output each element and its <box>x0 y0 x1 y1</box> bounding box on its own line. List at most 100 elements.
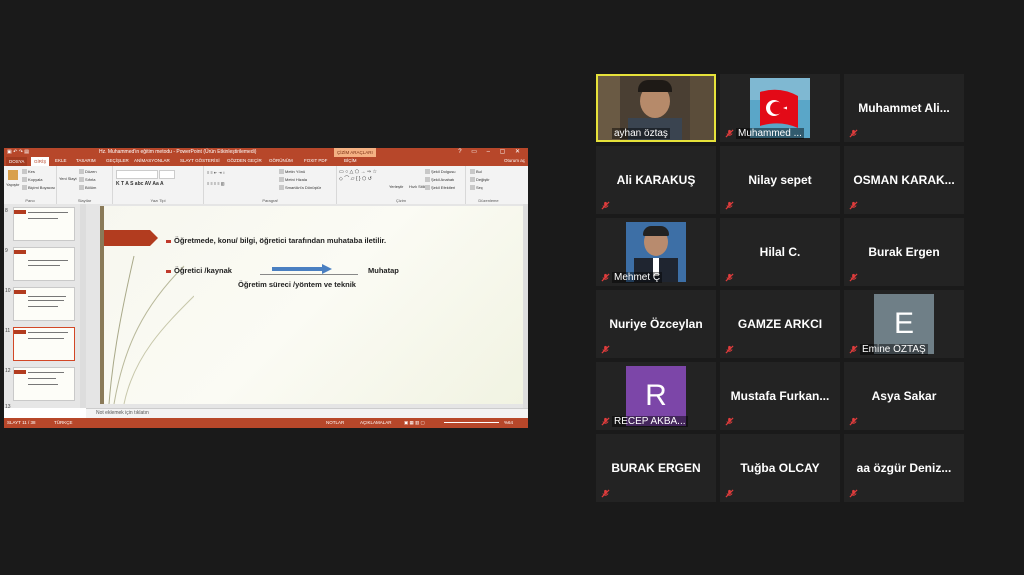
participant-tile[interactable]: Nilay sepet <box>720 146 840 214</box>
align-text-button[interactable]: Metni Hizala <box>279 177 307 183</box>
format-painter-button[interactable]: Biçimi Boyacısı <box>22 185 55 191</box>
slide-edit-area: Öğretmede, konu/ bilgi, öğretici tarafın… <box>86 204 528 408</box>
tab-home[interactable]: GİRİŞ <box>31 157 50 166</box>
notes-toggle[interactable]: NOTLAR <box>326 420 344 425</box>
participant-tile[interactable]: Hilal C. <box>720 218 840 286</box>
muted-mic-icon <box>601 417 610 426</box>
participant-tile[interactable]: Asya Sakar <box>844 362 964 430</box>
comments-toggle[interactable]: AÇIKLAMALAR <box>360 420 392 425</box>
right-arrow-shape[interactable] <box>272 264 334 274</box>
tab-view[interactable]: GÖRÜNÜM <box>269 158 293 163</box>
replace-button[interactable]: Değiştir <box>470 177 490 183</box>
participant-tile[interactable]: Tuğba OLCAY <box>720 434 840 502</box>
participant-tile[interactable]: Mustafa Furkan... <box>720 362 840 430</box>
participant-tile[interactable]: GAMZE ARKCI <box>720 290 840 358</box>
participant-name: Nuriye Özceylan <box>609 317 703 331</box>
window-controls[interactable]: ? ▭ – ▢ ✕ <box>458 148 524 155</box>
select-button[interactable]: Seç <box>470 185 483 191</box>
muted-mic-icon <box>849 417 858 426</box>
new-slide-button[interactable]: Yeni Slayt <box>59 176 77 181</box>
participant-tile[interactable]: BURAK ERGEN <box>596 434 716 502</box>
ppt-window-title: Hz. Muhammed'in eğitim metodu - PowerPoi… <box>99 149 257 155</box>
participant-tile[interactable]: Nuriye Özceylan <box>596 290 716 358</box>
current-slide: Öğretmede, konu/ bilgi, öğretici tarafın… <box>100 206 524 404</box>
drawing-tools-context-tab: ÇİZİM ARAÇLARI <box>334 148 376 157</box>
reset-button[interactable]: Sıfırla <box>79 177 95 183</box>
participant-name: Muhammet Ali... <box>858 101 950 115</box>
brush-icon <box>22 185 27 191</box>
slide-thumbnail[interactable] <box>13 247 75 281</box>
participant-tile[interactable]: Mehmet Ç <box>596 218 716 286</box>
cut-button[interactable]: Kes <box>22 169 35 175</box>
tab-file[interactable]: DOSYA <box>6 157 28 166</box>
quick-access-icons[interactable]: ▣ ↶ ↷ ▤ <box>7 149 29 155</box>
slide-text-line-1[interactable]: Öğretmede, konu/ bilgi, öğretici tarafın… <box>174 236 386 245</box>
muted-mic-icon <box>725 129 734 138</box>
tab-animations[interactable]: ANİMASYONLAR <box>134 158 170 163</box>
participant-tile[interactable]: Muhammed ... <box>720 74 840 142</box>
participant-name: Hilal C. <box>759 245 801 259</box>
tab-review[interactable]: GÖZDEN GEÇİR <box>227 158 262 163</box>
slide-thumbnail[interactable] <box>13 367 75 401</box>
participant-tile[interactable]: OSMAN KARAK... <box>844 146 964 214</box>
group-clipboard: Yapıştır Kes Kopyala Biçimi Boyacısı Pan… <box>4 166 57 204</box>
sign-in-link[interactable]: Oturum aç <box>504 158 525 163</box>
slide-scrollbar[interactable] <box>523 204 528 408</box>
font-name-select[interactable] <box>116 170 158 179</box>
participant-tile[interactable]: R RECEP AKBA... <box>596 362 716 430</box>
zoom-level: %64 <box>504 420 514 425</box>
font-size-select[interactable] <box>159 170 175 179</box>
copy-icon <box>22 177 27 183</box>
section-button[interactable]: Bölüm <box>79 185 96 191</box>
shape-effects-button[interactable]: Şekil Efektleri <box>425 185 455 191</box>
slide-thumbnail-selected[interactable] <box>13 327 75 361</box>
notes-pane[interactable]: Not eklemek için tıklatın <box>86 408 528 418</box>
group-label-clipboard: Pano <box>25 198 35 203</box>
section-icon <box>79 185 84 191</box>
slide-thumbnail[interactable] <box>13 207 75 241</box>
group-paragraph: ≡ ≡ ⇤ ⇥ ↕ ≡ ≡ ≡ ≡ ▥ Metin Yönü Metni Hiz… <box>204 166 337 204</box>
participant-name-caption: Mehmet Ç <box>612 272 663 283</box>
smartart-button[interactable]: SmartArt'a Dönüştür <box>279 185 321 191</box>
reset-icon <box>79 177 84 183</box>
group-font: K T A S abc AV Aa A Yazı Tipi <box>113 166 204 204</box>
muted-mic-icon <box>725 273 734 282</box>
find-button[interactable]: Bul <box>470 169 482 175</box>
tab-design[interactable]: TASARIM <box>76 158 96 163</box>
participant-name: Burak Ergen <box>868 245 940 259</box>
shape-outline-button[interactable]: Şekil Anahatı <box>425 177 454 183</box>
group-label-drawing: Çizim <box>396 198 406 203</box>
arrange-button[interactable]: Yerleştir <box>389 184 403 189</box>
language-indicator[interactable]: TÜRKÇE <box>54 420 73 425</box>
list-buttons[interactable]: ≡ ≡ ⇤ ⇥ ↕ <box>207 170 225 175</box>
tab-slideshow[interactable]: SLAYT GÖSTERİSİ <box>180 158 220 163</box>
align-buttons[interactable]: ≡ ≡ ≡ ≡ ▥ <box>207 181 225 186</box>
view-buttons[interactable]: ▣ ▦ ▥ ▢ <box>404 420 425 426</box>
slide-text-source[interactable]: Öğretici /kaynak <box>174 266 232 275</box>
tab-foxit-pdf[interactable]: FOXIT PDF <box>304 158 327 163</box>
shape-fill-button[interactable]: Şekil Dolgusu <box>425 169 455 175</box>
slide-thumbnail[interactable] <box>13 287 75 321</box>
paste-icon[interactable] <box>8 170 18 180</box>
slide-count: SLAYT 11 / 38 <box>7 420 36 425</box>
participant-tile[interactable]: aa özgür Deniz... <box>844 434 964 502</box>
tab-transitions[interactable]: GEÇİŞLER <box>106 158 129 163</box>
participant-tile[interactable]: ayhan öztaş <box>596 74 716 142</box>
shapes-gallery[interactable]: ▭ ○ △ ⬠ → ⇒ ☆ ◇ ⌒ ▱ { } ⬡ ↺ <box>339 169 377 182</box>
tab-insert[interactable]: EKLE <box>55 158 67 163</box>
slide-text-target[interactable]: Muhatap <box>368 266 399 275</box>
participant-tile[interactable]: E Emine ÖZTAŞ <box>844 290 964 358</box>
layout-button[interactable]: Düzen <box>79 169 97 175</box>
muted-mic-icon <box>849 273 858 282</box>
group-slides: Yeni Slayt Düzen Sıfırla Bölüm Slaytlar <box>57 166 113 204</box>
zoom-slider[interactable] <box>444 422 499 423</box>
participant-tile[interactable]: Muhammet Ali... <box>844 74 964 142</box>
text-direction-button[interactable]: Metin Yönü <box>279 169 305 175</box>
font-format-buttons[interactable]: K T A S abc AV Aa A <box>116 181 164 187</box>
tab-format[interactable]: BİÇİM <box>344 158 357 163</box>
paste-button[interactable]: Yapıştır <box>6 182 20 187</box>
participant-tile[interactable]: Burak Ergen <box>844 218 964 286</box>
copy-button[interactable]: Kopyala <box>22 177 42 183</box>
participant-tile[interactable]: Ali KARAKUŞ <box>596 146 716 214</box>
slide-text-process[interactable]: Öğretim süreci /yöntem ve teknik <box>238 280 356 289</box>
